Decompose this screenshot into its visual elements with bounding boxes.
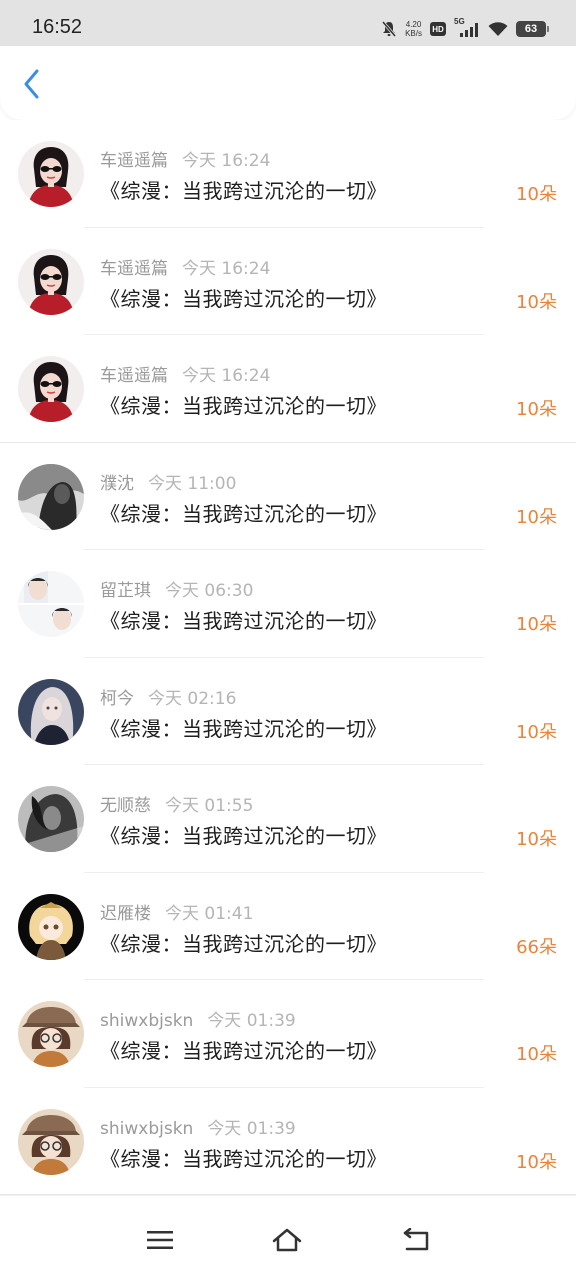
timestamp: 今天 16:24: [182, 258, 271, 279]
timestamp: 今天 11:00: [148, 473, 237, 494]
home-button[interactable]: [270, 1226, 304, 1254]
timestamp: 今天 16:24: [182, 366, 271, 386]
list-item[interactable]: 车遥遥篇 今天 16:24 《综漫：当我跨过沉沦的一切》 10朵: [0, 335, 576, 443]
timestamp: 今天 01:55: [165, 796, 254, 816]
home-icon: [272, 1228, 302, 1252]
wifi-icon: [488, 22, 508, 36]
timestamp: 今天 06:30: [165, 581, 254, 601]
username: 柯今: [100, 688, 134, 709]
item-meta: 车遥遥篇 今天 16:24: [100, 146, 270, 171]
username: 濮沈: [100, 473, 134, 494]
gift-amount: 10朵: [516, 829, 557, 850]
timestamp: 今天 02:16: [148, 688, 237, 709]
back-nav-button[interactable]: [399, 1226, 433, 1254]
gift-amount: 10朵: [516, 721, 557, 743]
list-item[interactable]: 濮沈 今天 11:00 《综漫：当我跨过沉沦的一切》 10朵: [0, 443, 576, 550]
signal-icon: 5G: [454, 17, 480, 38]
book-title: 《综漫：当我跨过沉沦的一切》: [100, 824, 387, 848]
username: 车遥遥篇: [100, 151, 168, 171]
list-item[interactable]: shiwxbjskn 今天 01:39 《综漫：当我跨过沉沦的一切》 10朵: [0, 1088, 576, 1195]
mute-bell-icon: [381, 21, 397, 37]
avatar: [18, 571, 84, 637]
username: 车遥遥篇: [100, 366, 168, 386]
item-meta: 留芷琪 今天 06:30: [100, 576, 253, 601]
status-icons: 4.20 KB/s HD 5G 63: [381, 17, 549, 40]
timestamp: 今天 01:41: [165, 903, 254, 924]
avatar: [18, 463, 84, 530]
gift-amount: 10朵: [516, 291, 557, 313]
gift-amount: 10朵: [516, 399, 557, 420]
avatar: [18, 1108, 84, 1175]
avatar: [18, 248, 84, 315]
item-meta: shiwxbjskn 今天 01:39: [100, 1006, 296, 1031]
hd-badge: HD: [430, 22, 446, 36]
list-item[interactable]: 无顺慈 今天 01:55 《综漫：当我跨过沉沦的一切》 10朵: [0, 765, 576, 873]
book-title: 《综漫：当我跨过沉沦的一切》: [100, 931, 387, 956]
menu-icon: [147, 1231, 173, 1249]
speed-value: 4.20: [405, 20, 422, 29]
avatar: [18, 1001, 84, 1067]
item-meta: 车遥遥篇 今天 16:24: [100, 254, 270, 279]
avatar: [18, 141, 84, 207]
book-title: 《综漫：当我跨过沉沦的一切》: [100, 1039, 387, 1063]
avatar: [18, 786, 84, 852]
list-item[interactable]: 留芷琪 今天 06:30 《综漫：当我跨过沉沦的一切》 10朵: [0, 550, 576, 658]
avatar: [18, 356, 84, 422]
book-title: 《综漫：当我跨过沉沦的一切》: [100, 394, 387, 418]
gift-amount: 66朵: [516, 936, 557, 958]
item-meta: shiwxbjskn 今天 01:39: [100, 1114, 296, 1139]
book-title: 《综漫：当我跨过沉沦的一切》: [100, 609, 387, 633]
username: 车遥遥篇: [100, 258, 168, 279]
book-title: 《综漫：当我跨过沉沦的一切》: [100, 716, 387, 741]
timestamp: 今天 01:39: [207, 1011, 296, 1031]
list-item[interactable]: 迟雁楼 今天 01:41 《综漫：当我跨过沉沦的一切》 66朵: [0, 873, 576, 980]
username: shiwxbjskn: [100, 1118, 194, 1139]
username: 迟雁楼: [100, 903, 151, 924]
book-title: 《综漫：当我跨过沉沦的一切》: [100, 1146, 387, 1171]
book-title: 《综漫：当我跨过沉沦的一切》: [100, 179, 387, 203]
battery-icon: 63: [516, 21, 549, 37]
item-meta: 无顺慈 今天 01:55: [100, 791, 253, 816]
system-navigation-bar: [0, 1195, 576, 1280]
menu-button[interactable]: [143, 1226, 177, 1254]
back-button[interactable]: [14, 66, 50, 102]
timestamp: 今天 01:39: [207, 1118, 296, 1139]
username: 留芷琪: [100, 581, 151, 601]
book-title: 《综漫：当我跨过沉沦的一切》: [100, 501, 387, 526]
gift-amount: 10朵: [516, 184, 557, 205]
username: shiwxbjskn: [100, 1011, 194, 1031]
item-meta: 濮沈 今天 11:00: [100, 469, 236, 494]
chevron-left-icon: [24, 69, 39, 99]
timestamp: 今天 16:24: [182, 151, 271, 171]
list-item[interactable]: shiwxbjskn 今天 01:39 《综漫：当我跨过沉沦的一切》 10朵: [0, 980, 576, 1088]
gift-amount: 10朵: [516, 506, 557, 528]
avatar: [18, 893, 84, 960]
list-item[interactable]: 柯今 今天 02:16 《综漫：当我跨过沉沦的一切》 10朵: [0, 658, 576, 765]
gift-record-list: 车遥遥篇 今天 16:24 《综漫：当我跨过沉沦的一切》 10朵 车遥遥篇 今天 1…: [0, 120, 576, 1195]
item-meta: 迟雁楼 今天 01:41: [100, 899, 253, 924]
list-item[interactable]: 车遥遥篇 今天 16:24 《综漫：当我跨过沉沦的一切》 10朵: [0, 228, 576, 335]
gift-amount: 10朵: [516, 614, 557, 635]
gift-amount: 10朵: [516, 1151, 557, 1173]
item-meta: 车遥遥篇 今天 16:24: [100, 361, 270, 386]
network-speed: 4.20 KB/s: [405, 20, 422, 38]
back-icon: [403, 1228, 429, 1251]
item-meta: 柯今 今天 02:16: [100, 684, 236, 709]
status-bar: 16:52 4.20 KB/s HD 5G 63: [0, 0, 576, 46]
gift-amount: 10朵: [516, 1044, 557, 1065]
speed-unit: KB/s: [405, 29, 422, 38]
username: 无顺慈: [100, 796, 151, 816]
book-title: 《综漫：当我跨过沉沦的一切》: [100, 286, 387, 311]
status-time: 16:52: [32, 16, 83, 38]
top-app-bar: [0, 46, 576, 120]
avatar: [18, 678, 84, 745]
list-item[interactable]: 车遥遥篇 今天 16:24 《综漫：当我跨过沉沦的一切》 10朵: [0, 120, 576, 228]
